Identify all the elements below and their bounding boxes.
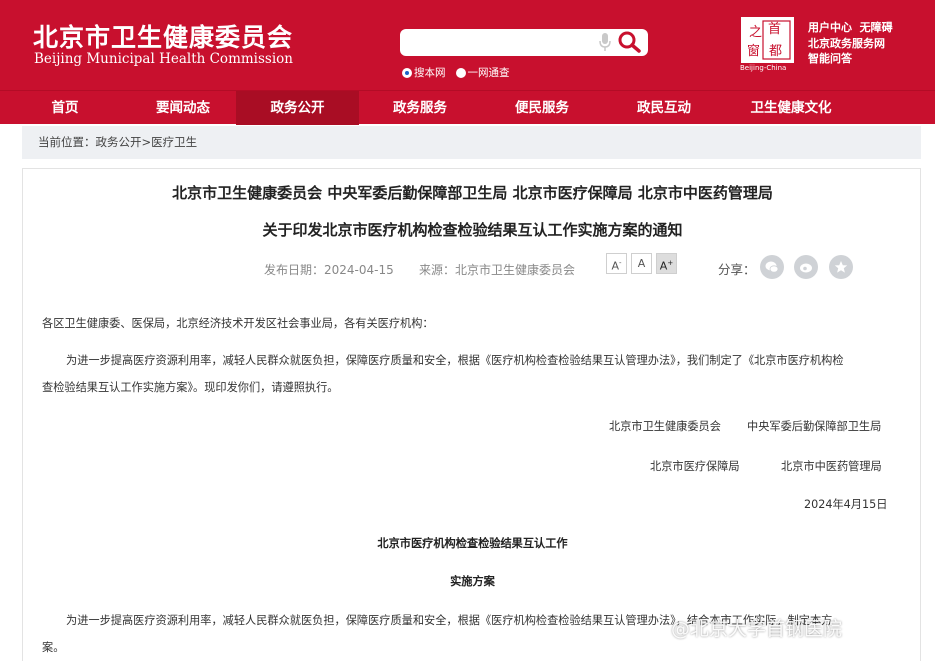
- source-label: 来源：: [419, 263, 456, 277]
- favorite-star-icon[interactable]: [829, 255, 853, 279]
- signatory-military-health-bureau: 中央军委后勤保障部卫生局: [747, 420, 882, 433]
- emblem-caption: Beijing-China: [740, 64, 787, 72]
- font-size-normal-button[interactable]: A: [631, 253, 652, 274]
- radio-selected-icon: [402, 67, 412, 78]
- issuing-agencies: 北京市卫生健康委员会 中央军委后勤保障部卫生局 北京市医疗保障局 北京市中医药管…: [172, 184, 773, 202]
- nav-public-services[interactable]: 便民服务: [481, 91, 603, 125]
- share-label: 分享：: [718, 262, 756, 277]
- nav-news[interactable]: 要闻动态: [130, 91, 236, 125]
- breadcrumb: 当前位置：政务公开>医疗卫生: [22, 126, 921, 159]
- signatory-tcm-bureau: 北京市中医药管理局: [781, 460, 882, 473]
- site-logo-english[interactable]: Beijing Municipal Health Commission: [34, 51, 293, 67]
- main-nav: 首页 要闻动态 政务公开 政务服务 便民服务 政民互动 卫生健康文化: [0, 90, 935, 125]
- plan-title-line1: 北京市医疗机构检查检验结果互认工作: [377, 537, 568, 550]
- signatory-health-commission: 北京市卫生健康委员会: [609, 420, 721, 433]
- link-smart-qa[interactable]: 智能问答: [808, 52, 852, 65]
- radio-search-site[interactable]: 搜本网: [402, 65, 446, 80]
- wechat-share-icon[interactable]: [760, 255, 784, 279]
- microphone-icon[interactable]: [598, 32, 612, 52]
- link-accessibility[interactable]: 无障碍: [860, 21, 893, 34]
- search-icon[interactable]: [617, 30, 643, 54]
- watermark: @北京大学首钢医院: [671, 618, 843, 640]
- nav-interaction[interactable]: 政民互动: [603, 91, 725, 125]
- publish-date: 发布日期：2024-04-15: [264, 261, 394, 278]
- breadcrumb-prefix: 当前位置：: [38, 135, 96, 149]
- nav-home[interactable]: 首页: [0, 91, 130, 125]
- search-input[interactable]: [408, 32, 588, 53]
- radio-search-all-label: 一网通查: [467, 67, 510, 79]
- plan-title-line2: 实施方案: [450, 575, 495, 588]
- radio-search-all[interactable]: 一网通查: [455, 65, 510, 80]
- svg-text:首: 首: [768, 22, 781, 37]
- site-logo-chinese[interactable]: 北京市卫生健康委员会: [33, 18, 293, 54]
- source-value: 北京市卫生健康委员会: [455, 263, 576, 277]
- publish-date-value: 2024-04-15: [324, 263, 394, 277]
- body-para1-line1: 为进一步提高医疗资源利用率，减轻人民群众就医负担，保障医疗质量和安全，根据《医疗…: [66, 354, 844, 367]
- svg-text:窗: 窗: [747, 43, 760, 59]
- search-scope-radios: 搜本网 一网通查: [402, 65, 510, 80]
- top-links: 用户中心 无障碍 北京政务服务网 智能问答: [808, 20, 893, 67]
- article-panel: 北京市卫生健康委员会 中央军委后勤保障部卫生局 北京市医疗保障局 北京市中医药管…: [22, 168, 921, 661]
- nav-health-culture[interactable]: 卫生健康文化: [725, 91, 857, 125]
- font-size-large-button[interactable]: A+: [656, 253, 677, 274]
- publish-date-label: 发布日期：: [264, 263, 325, 277]
- salutation: 各区卫生健康委、医保局，北京经济技术开发区社会事业局，各有关医疗机构：: [42, 317, 434, 330]
- breadcrumb-separator: >: [141, 135, 152, 149]
- link-gov-service[interactable]: 北京政务服务网: [808, 37, 885, 50]
- signature-date: 2024年4月15日: [804, 498, 888, 511]
- article-title: 关于印发北京市医疗机构检查检验结果互认工作实施方案的通知: [262, 221, 683, 239]
- article-source: 来源：北京市卫生健康委员会: [419, 261, 575, 278]
- site-header: 北京市卫生健康委员会 Beijing Municipal Health Comm…: [0, 0, 935, 90]
- breadcrumb-medical[interactable]: 医疗卫生: [151, 135, 197, 149]
- link-user-center[interactable]: 用户中心: [808, 21, 852, 34]
- radio-unselected-icon: [455, 67, 466, 78]
- font-size-small-button[interactable]: A-: [606, 253, 627, 274]
- signatory-medical-security: 北京市医疗保障局: [650, 460, 740, 473]
- body-para2-line2: 案。: [42, 641, 65, 654]
- breadcrumb-gov-affairs[interactable]: 政务公开: [96, 135, 142, 149]
- radio-search-site-label: 搜本网: [414, 67, 446, 79]
- svg-text:都: 都: [769, 44, 782, 59]
- body-para1-line2: 查检验结果互认工作实施方案》。现印发你们，请遵照执行。: [42, 381, 339, 394]
- nav-gov-services[interactable]: 政务服务: [359, 91, 481, 125]
- weibo-share-icon[interactable]: [794, 255, 818, 279]
- beijing-emblem-icon[interactable]: 之 首 窗 都: [741, 17, 794, 63]
- svg-text:之: 之: [749, 25, 762, 40]
- nav-gov-affairs[interactable]: 政务公开: [236, 91, 359, 125]
